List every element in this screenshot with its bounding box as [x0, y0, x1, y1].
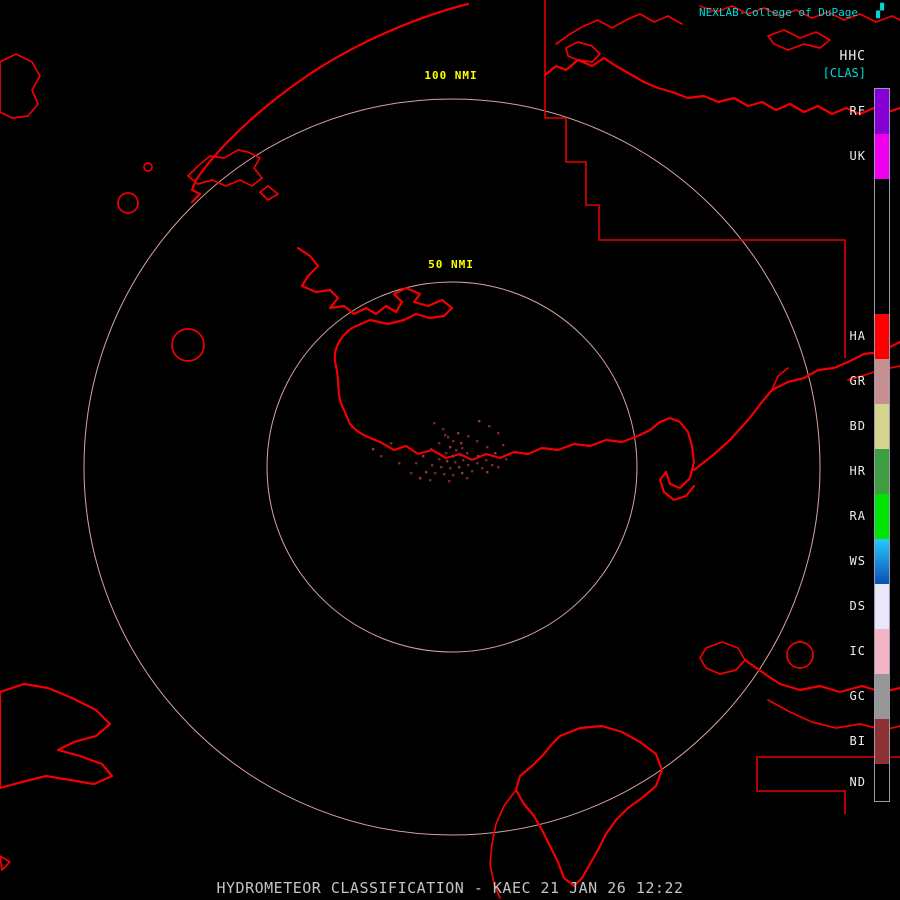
- island-circle: [143, 162, 153, 172]
- radar-map: [0, 0, 900, 899]
- coastline-path: [259, 185, 279, 201]
- colorbar-segment-bd: [875, 404, 889, 449]
- coastlines: [0, 2, 900, 899]
- coastline-path: [555, 13, 683, 45]
- coastline-path: [296, 246, 696, 502]
- island-circle: [171, 328, 205, 362]
- coastline-path: [692, 340, 900, 472]
- coastline-path: [514, 724, 664, 888]
- colorbar-segment-hr: [875, 449, 889, 494]
- legend-label-ha: HA: [849, 328, 866, 343]
- coastline-path: [0, 682, 114, 790]
- legend-label-nd: ND: [849, 774, 866, 789]
- coastline-path: [187, 149, 263, 187]
- colorbar-segment-uk: [875, 134, 889, 179]
- island-circle: [786, 641, 814, 669]
- colorbar-segment-nd: [875, 764, 889, 801]
- classification-tag: [CLAS]: [822, 66, 866, 80]
- legend-label-gc: GC: [849, 688, 866, 703]
- legend-label-ds: DS: [849, 598, 866, 613]
- county-boundary-line: [544, 0, 846, 358]
- colorbar-segment-gap: [875, 179, 889, 314]
- colorbar-segment-ra: [875, 494, 889, 539]
- product-code: HHC: [839, 49, 866, 64]
- range-ring-50nmi: [266, 281, 638, 653]
- island-circle: [117, 192, 139, 214]
- coastline-path: [565, 41, 601, 63]
- cod-logo-icon: ▞: [876, 4, 884, 19]
- legend-label-rf: RF: [849, 103, 866, 118]
- colorbar-segment-bi: [875, 719, 889, 764]
- colorbar-segment-ws: [875, 539, 889, 584]
- legend-label-uk: UK: [849, 148, 866, 163]
- coastline-path: [767, 29, 831, 51]
- range-ring-label-100nmi: 100 NMI: [420, 68, 482, 83]
- radar-echoes: [372, 420, 508, 483]
- colorbar-segment-ds: [875, 584, 889, 629]
- product-title: HYDROMETEOR CLASSIFICATION - KAEC 21 JAN…: [216, 879, 684, 897]
- range-rings: [83, 98, 821, 836]
- coastline-path: [0, 53, 41, 119]
- colorbar-segment-ha: [875, 314, 889, 359]
- legend-label-bi: BI: [849, 733, 866, 748]
- legend-label-ra: RA: [849, 508, 866, 523]
- county-boundaries: [544, 0, 900, 814]
- legend-label-ic: IC: [849, 643, 866, 658]
- radar-display: 100 NMI 50 NMI NEXLAB-College of DuPage …: [0, 0, 900, 900]
- legend-label-ws: WS: [849, 553, 866, 568]
- legend-label-hr: HR: [849, 463, 866, 478]
- legend-colorbar: [874, 88, 890, 802]
- colorbar-segment-ic: [875, 629, 889, 674]
- range-ring-100nmi: [83, 98, 821, 836]
- colorbar-segment-rf: [875, 89, 889, 134]
- range-ring-label-50nmi: 50 NMI: [424, 257, 478, 272]
- colorbar-segment-gr: [875, 359, 889, 404]
- legend-label-bd: BD: [849, 418, 866, 433]
- coastline-path: [190, 2, 470, 204]
- coastline-path: [699, 641, 746, 675]
- coastline-path: [0, 855, 11, 871]
- legend-label-gr: GR: [849, 373, 866, 388]
- colorbar-segment-gc: [875, 674, 889, 719]
- nexlab-brand: NEXLAB-College of DuPage: [699, 6, 858, 19]
